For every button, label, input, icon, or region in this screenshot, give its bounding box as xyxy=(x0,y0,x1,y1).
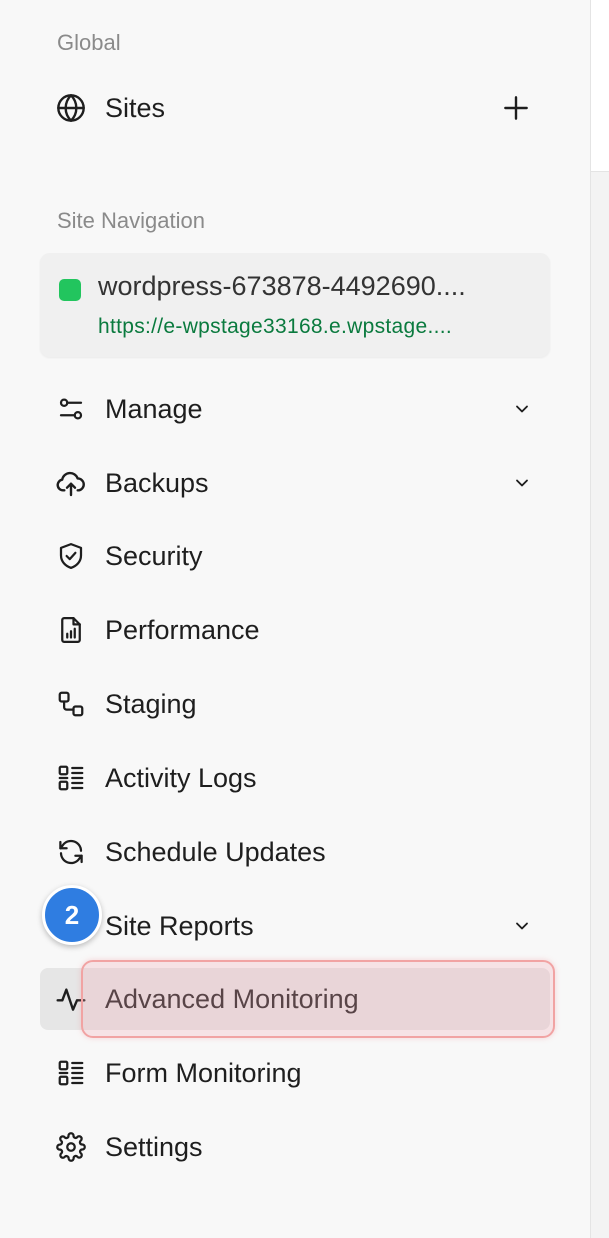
sidebar-item-activity-logs[interactable]: Activity Logs xyxy=(40,747,550,809)
list-grid-icon xyxy=(55,762,87,794)
chevron-down-icon[interactable] xyxy=(512,916,532,936)
section-label-global: Global xyxy=(57,30,121,55)
sidebar-item-form-monitoring[interactable]: Form Monitoring xyxy=(40,1042,550,1104)
sliders-icon xyxy=(55,393,87,425)
sidebar-item-label: Form Monitoring xyxy=(105,1057,302,1088)
staging-nodes-icon xyxy=(55,688,87,720)
sidebar-item-label: Security xyxy=(105,540,203,571)
sidebar-item-label: Schedule Updates xyxy=(105,836,326,867)
list-grid-icon xyxy=(55,1057,87,1089)
tutorial-step-badge: 2 xyxy=(42,885,102,945)
sidebar-item-label: Staging xyxy=(105,688,197,719)
globe-icon xyxy=(55,92,87,124)
sidebar-item-site-reports[interactable]: Site Reports xyxy=(40,895,550,957)
cloud-upload-icon xyxy=(55,467,87,499)
sidebar-item-security[interactable]: Security xyxy=(40,525,550,587)
sidebar-item-manage[interactable]: Manage xyxy=(40,378,550,440)
file-chart-icon xyxy=(55,614,87,646)
site-url-link[interactable]: https://e-wpstage33168.e.wpstage.... xyxy=(98,315,538,339)
sidebar-item-label: Performance xyxy=(105,614,260,645)
site-selector-card[interactable]: wordpress-673878-4492690.... https://e-w… xyxy=(40,253,550,357)
main-content-edge xyxy=(590,0,609,1238)
gear-icon xyxy=(55,1131,87,1163)
sidebar-item-performance[interactable]: Performance xyxy=(40,599,550,661)
tutorial-highlight-box xyxy=(81,960,555,1038)
sidebar-item-staging[interactable]: Staging xyxy=(40,673,550,735)
sidebar-item-settings[interactable]: Settings xyxy=(40,1116,550,1178)
add-site-plus-icon[interactable] xyxy=(500,92,532,124)
sidebar-item-label: Settings xyxy=(105,1131,203,1162)
sidebar-item-sites[interactable]: Sites xyxy=(40,77,550,139)
chevron-down-icon[interactable] xyxy=(512,473,532,493)
sidebar-item-label: Manage xyxy=(105,393,203,424)
shield-check-icon xyxy=(55,540,87,572)
sidebar: Global Sites Site Navigation wordpress-6… xyxy=(0,0,590,1238)
refresh-icon xyxy=(55,836,87,868)
chevron-down-icon[interactable] xyxy=(512,399,532,419)
sidebar-item-label: Site Reports xyxy=(105,910,254,941)
sidebar-item-label: Backups xyxy=(105,467,209,498)
sidebar-item-label: Sites xyxy=(105,92,166,123)
sidebar-item-backups[interactable]: Backups xyxy=(40,452,550,514)
site-status-indicator xyxy=(59,279,81,301)
main-header-edge xyxy=(591,0,609,172)
section-label-site-navigation: Site Navigation xyxy=(57,208,205,233)
sidebar-item-schedule-updates[interactable]: Schedule Updates xyxy=(40,821,550,883)
sidebar-item-label: Activity Logs xyxy=(105,762,257,793)
site-name: wordpress-673878-4492690.... xyxy=(98,271,466,301)
